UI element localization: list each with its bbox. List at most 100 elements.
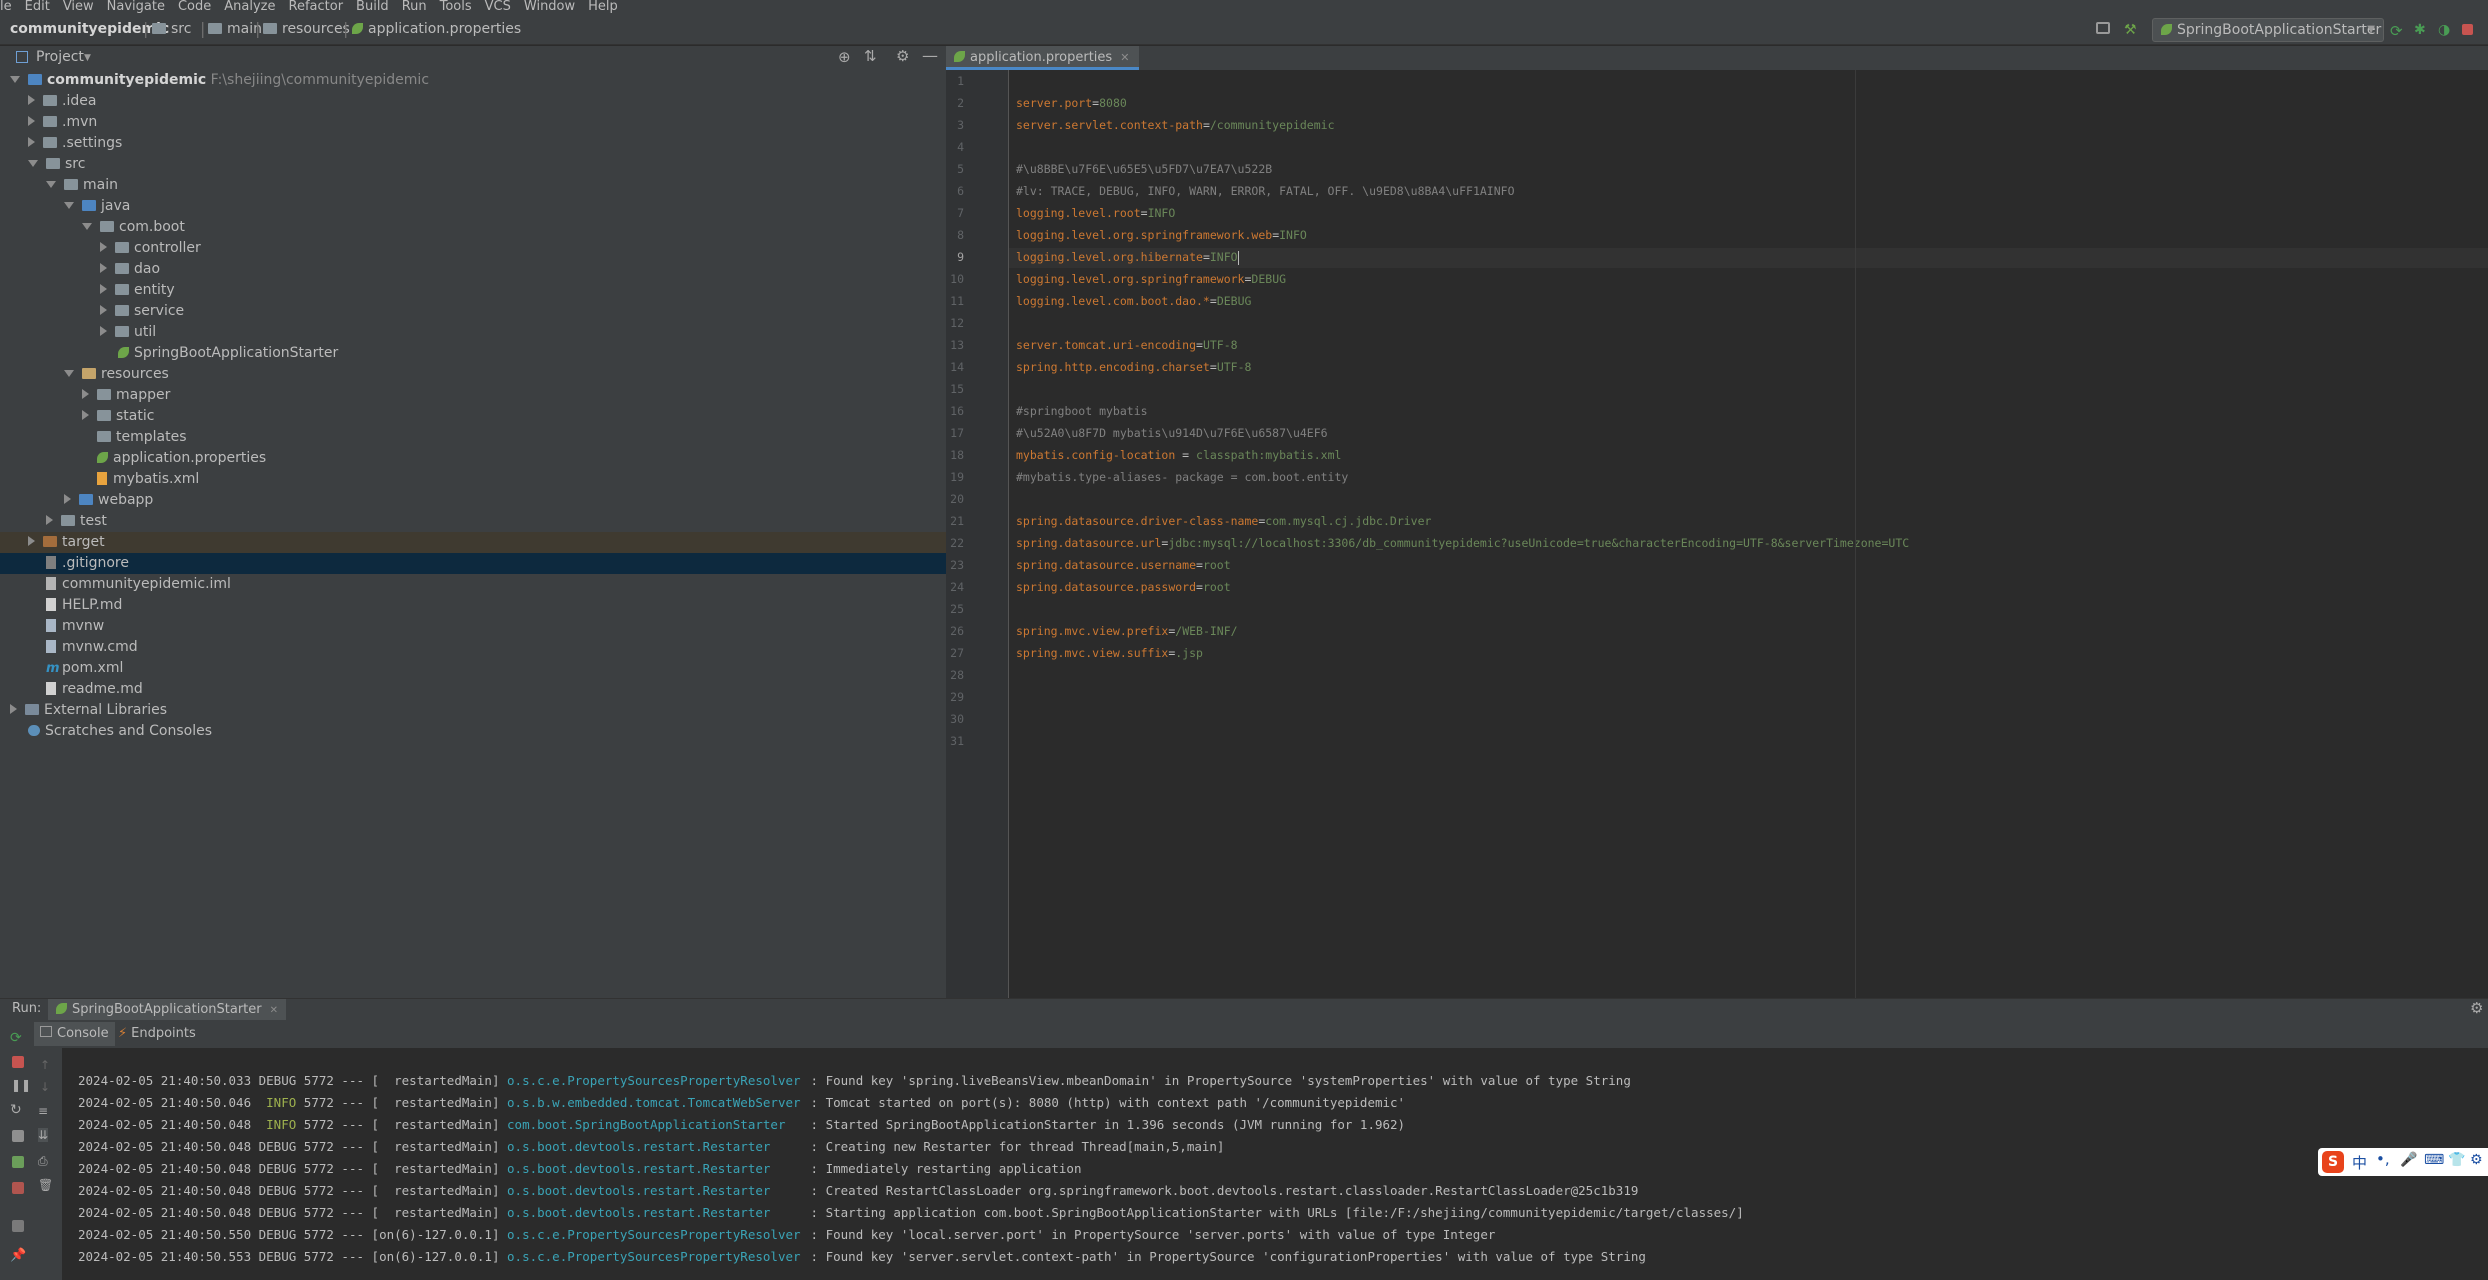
chevron-right-icon <box>100 326 107 336</box>
menu-build[interactable]: Build <box>350 0 396 14</box>
tree-item-target[interactable]: target <box>0 532 946 553</box>
tree-item-com-boot[interactable]: com.boot <box>82 217 185 238</box>
tree-item-resources[interactable]: resources <box>64 364 169 385</box>
stop-icon[interactable] <box>2462 24 2473 35</box>
locate-target-icon[interactable]: ⊕ <box>838 48 851 66</box>
tree-item-static[interactable]: static <box>82 406 154 427</box>
window-layout-icon[interactable] <box>2096 22 2110 34</box>
tree-item-iml[interactable]: communityepidemic.iml <box>46 574 231 595</box>
ime-toolbar[interactable]: S 中 •, 🎤 ⌨ 👕 ⚙ <box>2318 1148 2488 1176</box>
tree-item-mybatis-xml[interactable]: mybatis.xml <box>97 469 199 490</box>
toolbox-icon[interactable]: ⚙ <box>2470 1152 2483 1168</box>
dump-threads-icon[interactable] <box>12 1156 24 1168</box>
run-coverage-icon[interactable]: ◑ <box>2438 22 2452 38</box>
microphone-icon[interactable]: 🎤 <box>2400 1152 2417 1168</box>
punctuation-icon[interactable]: •, <box>2376 1150 2390 1168</box>
scroll-to-end-icon[interactable]: ⇊ <box>38 1128 49 1142</box>
pause-icon[interactable]: ❚❚ <box>11 1078 31 1092</box>
editor-tab-application-properties[interactable]: application.properties ✕ <box>946 46 1140 70</box>
exit-icon[interactable] <box>12 1182 24 1194</box>
tree-item-gitignore[interactable]: .gitignore <box>0 553 946 574</box>
tree-item-service[interactable]: service <box>100 301 184 322</box>
tree-item-dao[interactable]: dao <box>100 259 160 280</box>
ime-chinese-mode[interactable]: 中 <box>2352 1152 2367 1173</box>
menu-navigate[interactable]: Navigate <box>101 0 172 14</box>
arrow-down-icon[interactable]: ↓ <box>40 1080 50 1094</box>
tree-item-settings[interactable]: .settings <box>28 133 122 154</box>
menu-refactor[interactable]: Refactor <box>283 0 351 14</box>
breadcrumb-file[interactable]: application.properties <box>352 21 521 37</box>
skin-icon[interactable]: 👕 <box>2448 1152 2465 1168</box>
collapse-all-icon[interactable]: ⇅ <box>864 47 877 65</box>
menu-file[interactable]: le <box>0 0 19 14</box>
debug-bug-icon[interactable]: ✱ <box>2414 22 2428 38</box>
tree-item-idea[interactable]: .idea <box>28 91 96 112</box>
folder-icon <box>64 179 78 190</box>
tree-item-util[interactable]: util <box>100 322 156 343</box>
tree-item-readme-md[interactable]: readme.md <box>46 679 143 700</box>
tree-item-help-md[interactable]: HELP.md <box>46 595 122 616</box>
minimize-icon[interactable]: — <box>922 46 938 65</box>
tree-item-controller[interactable]: controller <box>100 238 201 259</box>
tree-item-application-properties[interactable]: application.properties <box>97 448 266 469</box>
code-editor[interactable]: server.port=8080 server.servlet.context-p… <box>1009 70 2488 998</box>
tree-item-scratches[interactable]: Scratches and Consoles <box>28 721 212 742</box>
menu-view[interactable]: View <box>57 0 101 14</box>
menu-edit[interactable]: Edit <box>19 0 57 14</box>
camera-icon[interactable] <box>12 1130 24 1142</box>
menu-vcs[interactable]: VCS <box>479 0 518 14</box>
tree-item-webapp[interactable]: webapp <box>64 490 153 511</box>
tree-item-mvnw[interactable]: mvnw <box>46 616 104 637</box>
breadcrumb-src[interactable]: src <box>152 21 191 37</box>
log-line: 2024-02-05 21:40:50.048 DEBUG 5772 --- [… <box>78 1205 1744 1220</box>
menu-help[interactable]: Help <box>582 0 625 14</box>
gear-icon[interactable]: ⚙ <box>896 47 909 65</box>
tree-item-test[interactable]: test <box>46 511 107 532</box>
close-icon[interactable]: ✕ <box>270 1005 278 1016</box>
menu-code[interactable]: Code <box>172 0 218 14</box>
run-config-tab[interactable]: SpringBootApplicationStarter ✕ <box>48 999 287 1021</box>
layout-icon[interactable] <box>12 1220 24 1232</box>
keyboard-icon[interactable]: ⌨ <box>2424 1152 2444 1168</box>
tab-console[interactable]: Console <box>34 1022 115 1046</box>
tree-item-src[interactable]: src <box>28 154 85 175</box>
project-view-selector[interactable]: Project <box>36 49 84 65</box>
print-icon[interactable]: ⎙ <box>38 1154 48 1169</box>
close-icon[interactable]: ✕ <box>1120 51 1129 64</box>
chevron-down-icon[interactable]: ▼ <box>84 53 91 63</box>
tree-item-springbootapplicationstarter[interactable]: SpringBootApplicationStarter <box>118 343 338 364</box>
soft-wrap-icon[interactable]: ≡ <box>38 1104 48 1118</box>
stop-icon[interactable] <box>12 1056 24 1068</box>
tree-item-communityepidemic[interactable]: communityepidemic F:\shejiing\communitye… <box>10 70 429 91</box>
tree-item-entity[interactable]: entity <box>100 280 175 301</box>
tree-item-external-libraries[interactable]: External Libraries <box>10 700 167 721</box>
build-hammer-icon[interactable]: ⚒ <box>2124 22 2138 38</box>
tree-item-mvn[interactable]: .mvn <box>28 112 97 133</box>
restore-layout-icon[interactable]: ↻ <box>10 1102 22 1118</box>
menu-run[interactable]: Run <box>396 0 434 14</box>
arrow-up-icon[interactable]: ↑ <box>40 1058 50 1072</box>
breadcrumb-resources[interactable]: resources <box>263 21 350 37</box>
line-number: 7 <box>957 206 964 220</box>
menu-analyze[interactable]: Analyze <box>218 0 282 14</box>
rerun-icon[interactable]: ⟳ <box>10 1030 22 1046</box>
tree-item-mvnw-cmd[interactable]: mvnw.cmd <box>46 637 138 658</box>
tree-item-java[interactable]: java <box>64 196 130 217</box>
console-output[interactable]: 2024-02-05 21:40:50.033 DEBUG 5772 --- [… <box>62 1048 2488 1280</box>
gear-icon[interactable]: ⚙ <box>2470 999 2483 1017</box>
breadcrumb-main[interactable]: main <box>208 21 262 37</box>
menu-window[interactable]: Window <box>518 0 582 14</box>
pin-icon[interactable]: 📌 <box>10 1248 26 1263</box>
rerun-icon[interactable]: ⟳ <box>2390 22 2404 40</box>
run-configuration-selector[interactable]: SpringBootApplicationStarter ▼ <box>2152 18 2384 42</box>
tree-item-main[interactable]: main <box>46 175 118 196</box>
line-number: 1 <box>957 74 964 88</box>
tree-item-pom-xml[interactable]: m pom.xml <box>46 658 123 679</box>
code-line: logging.level.root=INFO <box>1016 206 1176 220</box>
trash-icon[interactable]: 🗑 <box>38 1178 53 1192</box>
menu-tools[interactable]: Tools <box>434 0 479 14</box>
tab-endpoints[interactable]: ⚡ Endpoints <box>112 1022 202 1046</box>
folder-icon <box>208 23 222 34</box>
tree-item-templates[interactable]: templates <box>97 427 187 448</box>
tree-item-mapper[interactable]: mapper <box>82 385 170 406</box>
